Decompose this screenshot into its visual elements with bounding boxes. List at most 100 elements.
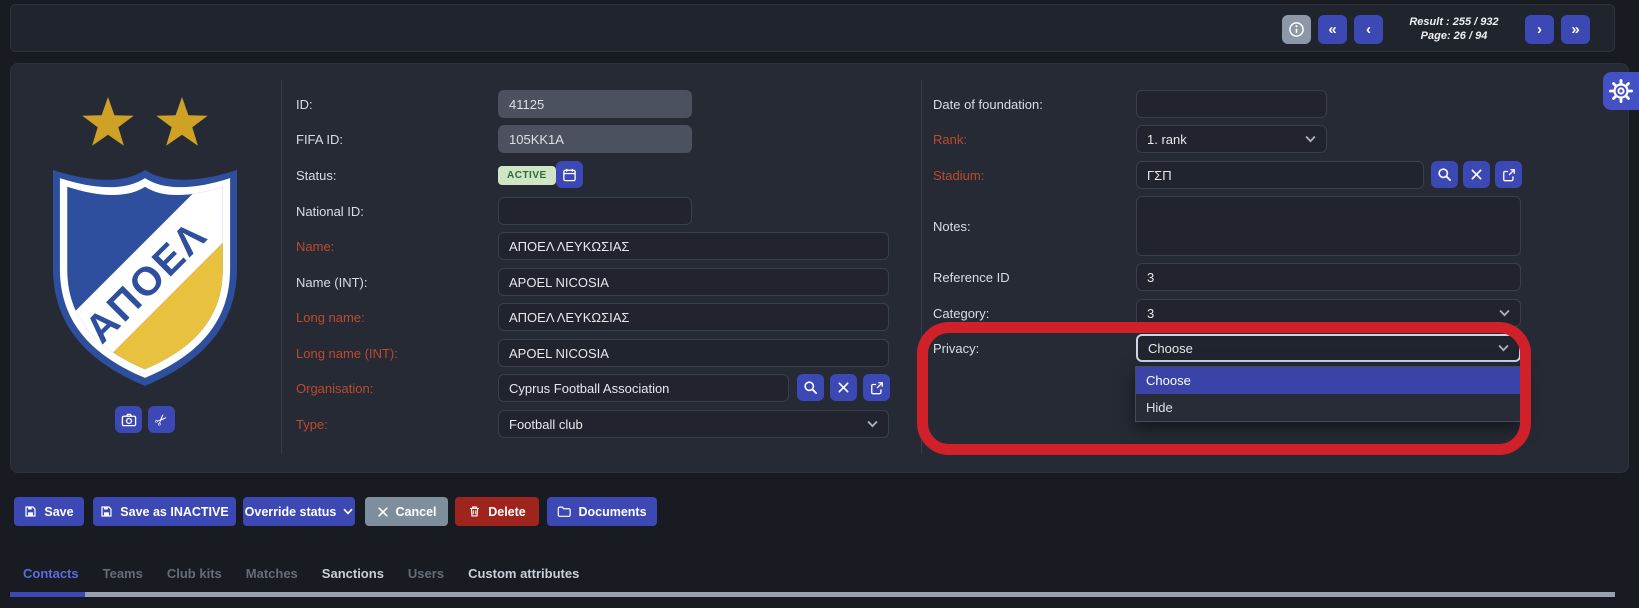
reference-id-label: Reference ID xyxy=(933,270,1010,285)
save-button-label: Save xyxy=(44,505,73,519)
stadium-search-button[interactable] xyxy=(1431,161,1458,188)
first-page-button[interactable]: « xyxy=(1318,15,1347,44)
info-button[interactable] xyxy=(1282,15,1311,44)
stadium-clear-button[interactable] xyxy=(1463,161,1490,188)
chevron-left-icon: ‹ xyxy=(1366,22,1371,37)
national-id-label: National ID: xyxy=(296,204,364,219)
result-count: Result : 255 / 932 xyxy=(1390,15,1518,29)
trash-icon xyxy=(468,505,481,518)
rank-select-value: 1. rank xyxy=(1147,132,1305,147)
type-select[interactable]: Football club xyxy=(498,410,889,438)
privacy-select-value: Choose xyxy=(1148,341,1498,356)
save-icon xyxy=(100,505,113,518)
top-toolbar: « ‹ Result : 255 / 932 Page: 26 / 94 › » xyxy=(10,4,1615,52)
override-status-button[interactable]: Override status xyxy=(243,497,355,526)
status-label: Status: xyxy=(296,168,336,183)
save-as-inactive-button-label: Save as INACTIVE xyxy=(120,505,228,519)
documents-button-label: Documents xyxy=(578,505,646,519)
category-label: Category: xyxy=(933,306,989,321)
privacy-option-choose[interactable]: Choose xyxy=(1136,367,1523,394)
name-input[interactable] xyxy=(498,232,889,260)
reference-id-input[interactable] xyxy=(1136,263,1521,291)
tab-contacts[interactable]: Contacts xyxy=(23,566,79,581)
fifa-id-input xyxy=(498,125,692,153)
cancel-button-label: Cancel xyxy=(396,505,437,519)
name-int-label: Name (INT): xyxy=(296,275,368,290)
divider-logo-fields xyxy=(281,80,282,454)
long-name-int-label: Long name (INT): xyxy=(296,346,398,361)
prev-page-button[interactable]: ‹ xyxy=(1354,15,1383,44)
date-of-foundation-label: Date of foundation: xyxy=(933,97,1043,112)
organisation-search-button[interactable] xyxy=(797,374,824,401)
status-badge: ACTIVE xyxy=(498,166,556,185)
club-logo: ΑΠΟΕΛ xyxy=(39,84,251,398)
close-icon xyxy=(377,506,389,518)
external-link-icon xyxy=(870,381,884,395)
fifa-id-label: FIFA ID: xyxy=(296,132,343,147)
name-label: Name: xyxy=(296,239,334,254)
organisation-clear-button[interactable] xyxy=(830,374,857,401)
type-select-value: Football club xyxy=(509,417,867,432)
divider-columns xyxy=(921,80,922,454)
chevron-right-icon: › xyxy=(1537,22,1542,37)
override-status-button-label: Override status xyxy=(245,505,337,519)
pagination-controls: « ‹ Result : 255 / 932 Page: 26 / 94 › » xyxy=(1282,14,1590,44)
type-label: Type: xyxy=(296,417,328,432)
notes-textarea[interactable] xyxy=(1136,196,1521,256)
category-select-value: 3 xyxy=(1147,306,1499,321)
tab-teams[interactable]: Teams xyxy=(103,566,143,581)
save-as-inactive-button[interactable]: Save as INACTIVE xyxy=(93,497,236,526)
stadium-label: Stadium: xyxy=(933,168,984,183)
privacy-select[interactable]: Choose xyxy=(1136,334,1521,362)
folder-icon xyxy=(557,505,571,518)
chevron-down-icon xyxy=(1498,344,1509,352)
next-page-button[interactable]: › xyxy=(1525,15,1554,44)
cancel-button[interactable]: Cancel xyxy=(365,497,448,526)
tab-club-kits[interactable]: Club kits xyxy=(167,566,222,581)
tab-sanctions[interactable]: Sanctions xyxy=(322,566,384,581)
organisation-input[interactable] xyxy=(498,374,789,402)
save-button[interactable]: Save xyxy=(14,497,84,526)
pagination-info: Result : 255 / 932 Page: 26 / 94 xyxy=(1390,15,1518,43)
rank-select[interactable]: 1. rank xyxy=(1136,125,1327,153)
double-chevron-left-icon: « xyxy=(1328,22,1336,37)
chevron-down-icon xyxy=(1499,309,1510,317)
club-detail-page: « ‹ Result : 255 / 932 Page: 26 / 94 › » xyxy=(0,0,1639,608)
detail-tabs: Contacts Teams Club kits Matches Sanctio… xyxy=(23,566,579,581)
crop-image-button[interactable]: ✂ xyxy=(148,406,175,433)
chevron-down-icon xyxy=(867,420,878,428)
id-input xyxy=(498,90,692,118)
organisation-label: Organisation: xyxy=(296,381,373,396)
tab-users[interactable]: Users xyxy=(408,566,444,581)
privacy-label: Privacy: xyxy=(933,341,979,356)
close-icon xyxy=(1470,168,1483,181)
double-chevron-right-icon: » xyxy=(1571,22,1579,37)
status-history-button[interactable] xyxy=(556,161,583,188)
settings-gear-button[interactable] xyxy=(1603,72,1639,110)
long-name-int-input[interactable] xyxy=(498,339,889,367)
category-select[interactable]: 3 xyxy=(1136,299,1521,327)
national-id-input[interactable] xyxy=(498,197,692,225)
stadium-input[interactable] xyxy=(1136,161,1424,189)
long-name-label: Long name: xyxy=(296,310,365,325)
last-page-button[interactable]: » xyxy=(1561,15,1590,44)
tab-matches[interactable]: Matches xyxy=(246,566,298,581)
tab-custom-attributes[interactable]: Custom attributes xyxy=(468,566,579,581)
date-of-foundation-input[interactable] xyxy=(1136,90,1327,118)
scissors-icon: ✂ xyxy=(151,409,173,431)
save-icon xyxy=(24,505,37,518)
camera-icon xyxy=(121,412,137,428)
organisation-open-button[interactable] xyxy=(863,374,890,401)
documents-button[interactable]: Documents xyxy=(547,497,657,526)
long-name-input[interactable] xyxy=(498,303,889,331)
privacy-option-hide[interactable]: Hide xyxy=(1136,394,1523,421)
star-icon xyxy=(82,97,207,146)
chevron-down-icon xyxy=(1305,135,1316,143)
upload-photo-button[interactable] xyxy=(115,406,142,433)
tab-underline-track xyxy=(10,592,1615,597)
id-label: ID: xyxy=(296,97,313,112)
stadium-open-button[interactable] xyxy=(1495,161,1522,188)
chevron-down-icon xyxy=(343,508,353,515)
name-int-input[interactable] xyxy=(498,268,889,296)
delete-button[interactable]: Delete xyxy=(455,497,539,526)
